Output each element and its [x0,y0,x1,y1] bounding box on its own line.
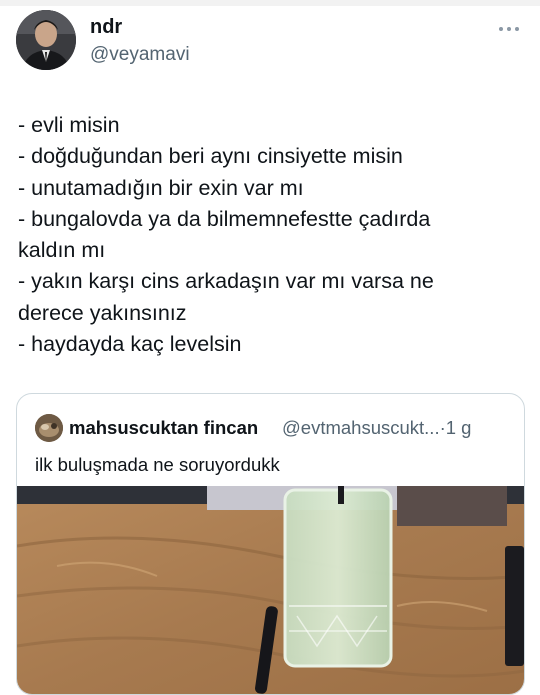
tweet-line: - unutamadığın bir exin var mı [18,175,304,200]
tweet-line: derece yakınsınız [18,300,187,325]
tweet-line: - doğduğundan beri aynı cinsiyette misin [18,144,403,169]
quote-author-handle[interactable]: @evtmahsuscukt...·1 g [282,417,471,439]
more-dots-icon[interactable] [498,16,520,37]
top-divider [0,0,540,6]
tweet-line: - haydayda kaç levelsin [18,332,242,357]
tweet-line: - evli misin [18,113,120,137]
tweet-text: - evli misin - doğduğundan beri aynı cin… [18,110,518,360]
tweet-line: kaldın mı [18,238,106,263]
tweet-line: - yakın karşı cins arkadaşın var mı vars… [18,269,434,294]
quote-photo[interactable] [17,486,524,694]
author-handle[interactable]: @veyamavi [90,44,190,66]
author-name[interactable]: ndr [90,16,122,39]
quote-tweet-card[interactable]: mahsuscuktan fincan @evtmahsuscukt...·1 … [16,393,525,695]
quote-author-name[interactable]: mahsuscuktan fincan [69,417,258,439]
quote-text: ilk buluşmada ne soruyordukk [35,454,280,475]
quote-avatar[interactable] [35,414,63,442]
tweet-line: - bungalovda ya da bilmemnefestte çadırd… [18,206,431,231]
tweet-header: ndr @veyamavi [16,10,526,74]
avatar[interactable] [16,10,76,70]
